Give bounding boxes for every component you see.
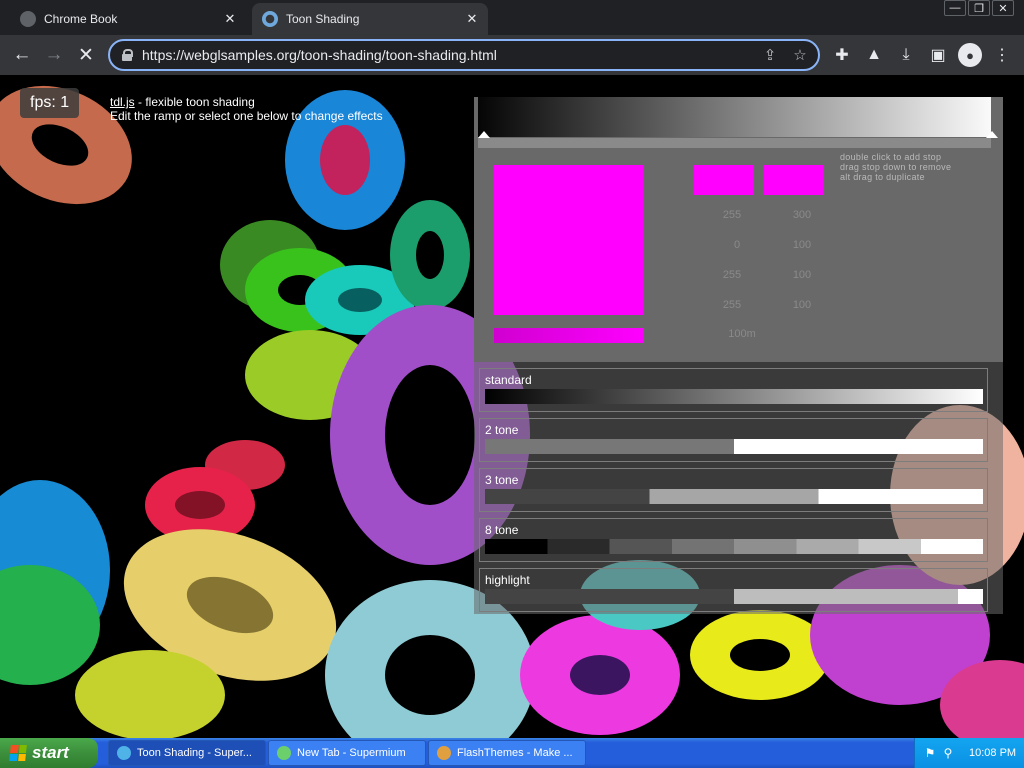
download-icon[interactable]: ⤓ [894,43,918,67]
close-icon[interactable]: ✕ [462,11,482,27]
value-left-4[interactable]: 255 [712,299,752,311]
share-icon[interactable]: ⇪ [758,46,782,64]
tab-strip: Chrome Book ✕ Toon Shading ✕ — ❐ ✕ [0,0,1024,35]
browser-toolbar: ← → ✕ https://webglsamples.org/toon-shad… [0,35,1024,75]
network-icon[interactable]: ⚑ [923,746,937,760]
info-suffix: - flexible toon shading [134,95,255,109]
preset-label: 2 tone [485,423,519,437]
ramp-gradient[interactable] [478,97,991,137]
preset-ramp [485,589,983,604]
taskbar-item-new-tab[interactable]: New Tab - Supermium [268,740,426,766]
flashthemes-icon [437,746,451,760]
help-line: double click to add stop [840,152,942,162]
info-text: tdl.js - flexible toon shading Edit the … [110,95,383,123]
taskbar-item-toon-shading[interactable]: Toon Shading - Super... [108,740,266,766]
labs-icon[interactable]: ▲ [862,43,886,67]
taskbar-item-label: New Tab - Supermium [297,747,406,759]
back-icon[interactable]: ← [10,43,34,67]
previous-color-swatch[interactable] [763,165,823,195]
taskbar-item-flashthemes[interactable]: FlashThemes - Make ... [428,740,586,766]
tab-title: Chrome Book [44,12,118,26]
color-picker-area[interactable] [494,165,644,315]
value-right-4[interactable]: 100 [782,299,822,311]
clock: 10:08 PM [969,747,1017,759]
supermium-icon [277,746,291,760]
minimize-icon[interactable]: — [944,0,966,16]
start-label: start [32,743,69,762]
fps-counter: fps: 1 [20,88,80,118]
windows-logo-icon [9,745,27,761]
menu-icon[interactable]: ⋮ [990,43,1014,67]
tab-toon-shading[interactable]: Toon Shading ✕ [252,3,488,35]
profile-icon[interactable]: ● [958,43,982,67]
info-instructions: Edit the ramp or select one below to cha… [110,109,383,123]
preset-list: standard 2 tone 3 tone 8 tone highlight [474,362,1003,614]
close-window-icon[interactable]: ✕ [992,0,1014,16]
ramp-stop-track[interactable] [478,138,991,148]
preset-label: standard [485,373,532,387]
preset-3-tone[interactable]: 3 tone [479,468,988,512]
address-bar[interactable]: https://webglsamples.org/toon-shading/to… [108,39,820,71]
restore-icon[interactable]: ❐ [968,0,990,16]
ramp-stop-handle-left[interactable] [478,131,490,138]
ramp-editor-panel: double click to add stop drag stop down … [474,97,1003,362]
value-right-2[interactable]: 100 [782,239,822,251]
value-right-1[interactable]: 300 [782,209,822,221]
current-color-swatch[interactable] [693,165,753,195]
close-icon[interactable]: ✕ [220,11,240,27]
taskbar-item-label: FlashThemes - Make ... [457,747,573,759]
system-tray: ⚑ ⚲ 10:08 PM [914,738,1024,768]
preset-standard[interactable]: standard [479,368,988,412]
preset-ramp [485,539,983,554]
start-button[interactable]: start [0,738,98,768]
ramp-stop-handle-right[interactable] [986,131,998,138]
search-icon[interactable]: ⚲ [941,746,955,760]
supermium-icon [117,746,131,760]
lock-icon [122,49,133,61]
preset-label: highlight [485,573,530,587]
preset-ramp [485,439,983,454]
value-left-1[interactable]: 255 [712,209,752,221]
webgl-page: fps: 1 tdl.js - flexible toon shading Ed… [0,75,1024,738]
window-controls: — ❐ ✕ [944,0,1014,16]
taskbar: start Toon Shading - Super... New Tab - … [0,738,1024,768]
stop-icon[interactable]: ✕ [74,43,98,67]
side-panel-icon[interactable]: ▣ [926,43,950,67]
value-left-3[interactable]: 255 [712,269,752,281]
forward-icon[interactable]: → [42,43,66,67]
tab-title: Toon Shading [286,12,360,26]
tdl-link[interactable]: tdl.js [110,95,135,109]
value-right-3[interactable]: 100 [782,269,822,281]
preset-2-tone[interactable]: 2 tone [479,418,988,462]
ramp-help-text: double click to add stop drag stop down … [840,152,951,182]
hue-slider[interactable] [494,328,644,343]
preset-label: 3 tone [485,473,519,487]
value-left-2[interactable]: 0 [717,239,757,251]
position-value[interactable]: 100m [722,328,762,340]
help-line: alt drag to duplicate [840,172,925,182]
taskbar-item-label: Toon Shading - Super... [137,747,252,759]
tab-chrome-book[interactable]: Chrome Book ✕ [10,3,246,35]
extensions-icon[interactable]: ✚ [830,43,854,67]
url-text[interactable]: https://webglsamples.org/toon-shading/to… [142,47,758,63]
preset-8-tone[interactable]: 8 tone [479,518,988,562]
star-icon[interactable]: ☆ [788,46,812,64]
preset-highlight[interactable]: highlight [479,568,988,612]
webgl-icon [262,11,278,27]
preset-ramp [485,489,983,504]
preset-label: 8 tone [485,523,519,537]
preset-ramp [485,389,983,404]
globe-icon [20,11,36,27]
help-line: drag stop down to remove [840,162,952,172]
